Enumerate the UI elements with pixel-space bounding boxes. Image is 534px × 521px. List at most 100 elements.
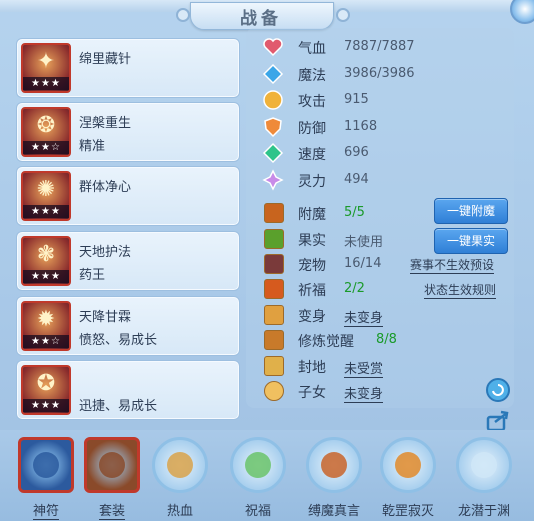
status-row: 子女 未变身 (264, 381, 512, 403)
defense-icon (262, 116, 284, 138)
skill-glyph: ✺ (36, 177, 56, 202)
skill-card[interactable]: ❃ ★★★ 天地护法药王 (16, 231, 240, 291)
rebirth-icon: ❂ ★★☆ (21, 107, 71, 157)
bottom-label-text: 乾罡寂灭 (381, 504, 434, 519)
status-value: 2/2 (344, 281, 365, 296)
spirit-icon (262, 169, 284, 191)
skill-name: 天地护法 (79, 245, 132, 260)
status-label: 变身 (298, 309, 326, 325)
speed-icon (262, 142, 284, 164)
bottom-button-label[interactable]: 套装 (77, 500, 147, 520)
fief-icon (264, 356, 284, 376)
skill-card[interactable]: ✹ ★★☆ 天降甘霖愤怒、易成长 (16, 296, 240, 356)
skill-traits: 迅捷、易成长 (79, 399, 158, 414)
child-icon (264, 381, 284, 401)
status-value: 16/14 (344, 256, 382, 271)
status-value[interactable]: 未变身 (344, 307, 384, 327)
skill-name: 绵里藏针 (79, 52, 132, 67)
transform-icon (264, 305, 284, 325)
stat-label: 防御 (298, 120, 326, 137)
skill-stars: ★★★ (23, 77, 69, 90)
status-rule-link[interactable]: 状态生效规则 (424, 281, 497, 299)
stat-label: 速度 (298, 147, 326, 164)
status-label: 封地 (298, 360, 326, 376)
bottom-label-text: 热血 (166, 504, 193, 519)
skill-stars: ★★★ (23, 205, 69, 218)
status-label: 子女 (298, 385, 326, 401)
stat-value: 1168 (344, 118, 378, 134)
skill-card[interactable]: ✪ ★★★ 迅捷、易成长 (16, 360, 240, 420)
skill-glyph: ✦ (36, 49, 56, 74)
status-row: 变身 未变身 (264, 305, 512, 327)
bottom-label-text: 神符 (32, 504, 59, 520)
warrior-icon: ✪ ★★★ (21, 365, 71, 415)
attack-icon (262, 89, 284, 111)
bottom-button-label[interactable]: 龙潜于渊 (449, 500, 519, 519)
one-click-enchant-button[interactable]: 一键附魔 (434, 198, 508, 224)
ice-needle-icon: ✦ ★★★ (21, 43, 71, 93)
rain-icon: ✹ ★★☆ (21, 301, 71, 351)
annihilation-icon[interactable] (380, 437, 436, 493)
skill-name: 群体净心 (79, 180, 132, 195)
stat-value: 696 (344, 145, 369, 161)
skill-traits: 精准 (79, 139, 106, 154)
bottom-button-label[interactable]: 缚魔真言 (299, 500, 369, 519)
bottom-label-text: 缚魔真言 (307, 504, 360, 519)
close-gem-icon[interactable] (510, 0, 534, 24)
fruit-icon (264, 229, 284, 249)
ornament-left (176, 8, 190, 22)
skill-card[interactable]: ✦ ★★★ 绵里藏针 (16, 38, 240, 98)
stat-label: 气血 (298, 41, 326, 57)
status-label: 宠物 (298, 258, 326, 274)
skill-name: 涅槃重生 (79, 116, 132, 131)
armor-set-icon[interactable] (84, 437, 140, 493)
bottom-button-label[interactable]: 祝福 (223, 500, 293, 519)
dragon-icon[interactable] (456, 437, 512, 493)
skill-glyph: ✪ (36, 371, 56, 396)
talisman-icon[interactable] (18, 437, 74, 493)
refresh-orb-icon[interactable] (485, 377, 511, 403)
battle-prep-panel: 战备 ✦ ★★★ 绵里藏针 ❂ ★★☆ 涅槃重生精准 ✺ ★★★ 群体净心 ❃ ★★★ 天地护法药王 ✹… (0, 0, 534, 521)
bottom-button-label[interactable]: 热血 (145, 500, 215, 519)
status-label: 果实 (298, 233, 326, 249)
heart-icon (262, 36, 284, 58)
bottom-button-label[interactable]: 乾罡寂灭 (373, 500, 443, 519)
stat-label: 攻击 (298, 94, 326, 111)
skill-stars: ★★☆ (23, 335, 69, 348)
status-value[interactable]: 未受赏 (344, 358, 384, 378)
status-row: 修炼觉醒 8/8 (264, 330, 512, 352)
stat-value: 915 (344, 92, 369, 108)
status-value: 5/5 (344, 205, 365, 220)
status-row: 封地 未受赏 (264, 356, 512, 378)
bottom-button-label[interactable]: 神符 (11, 500, 81, 520)
enchant-icon (264, 203, 284, 223)
blessing-icon (264, 279, 284, 299)
skill-stars: ★★★ (23, 399, 69, 412)
one-click-fruit-button[interactable]: 一键果实 (434, 228, 508, 254)
skill-glyph: ❃ (36, 242, 56, 267)
status-value: 未使用 (344, 235, 384, 250)
skill-glyph: ✹ (36, 307, 56, 332)
passion-icon[interactable] (152, 437, 208, 493)
skill-traits: 愤怒、易成长 (79, 333, 158, 348)
blessing-leaf-icon[interactable] (230, 437, 286, 493)
status-label: 附魔 (298, 207, 326, 223)
cultivation-icon (264, 330, 284, 350)
skill-stars: ★★★ (23, 270, 69, 283)
skill-traits: 药王 (79, 268, 106, 283)
demon-seal-icon[interactable] (306, 437, 362, 493)
skill-card[interactable]: ❂ ★★☆ 涅槃重生精准 (16, 102, 240, 162)
ornament-right (336, 8, 350, 22)
stat-label: 灵力 (298, 174, 326, 190)
pet-preset-link[interactable]: 赛事不生效预设 (410, 256, 495, 274)
bottom-label-text: 套装 (98, 504, 125, 520)
stat-value: 494 (344, 172, 369, 187)
page-title: 战备 (240, 9, 282, 29)
guardian-icon: ❃ ★★★ (21, 236, 71, 286)
stat-value: 3986/3986 (344, 65, 415, 81)
stat-value: 7887/7887 (344, 39, 415, 54)
status-value[interactable]: 未变身 (344, 383, 384, 403)
skill-name: 天降甘霖 (79, 310, 132, 325)
pet-icon (264, 254, 284, 274)
skill-card[interactable]: ✺ ★★★ 群体净心 (16, 166, 240, 226)
